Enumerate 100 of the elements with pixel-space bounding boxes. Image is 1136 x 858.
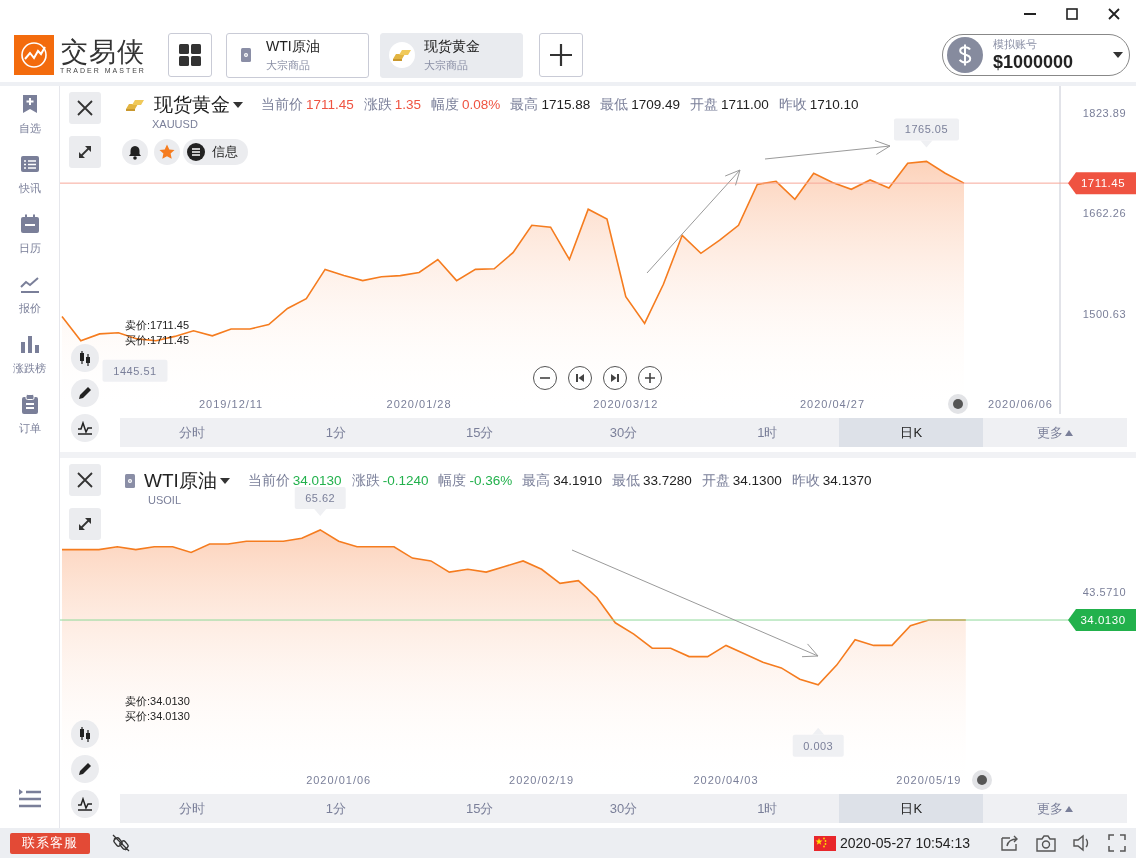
close-button[interactable] [69, 464, 101, 496]
calendar-icon [19, 214, 40, 234]
list-icon [19, 154, 40, 174]
stat-value: 1709.49 [631, 97, 680, 112]
maximize-icon[interactable] [1066, 8, 1078, 20]
close-button[interactable] [69, 92, 101, 124]
indicator-button[interactable] [71, 790, 99, 818]
stat-value: 33.7280 [643, 473, 692, 488]
expand-icon [77, 144, 93, 160]
grid-icon [179, 44, 201, 66]
info-button[interactable]: 信息 [183, 139, 248, 165]
indicator-button[interactable] [71, 414, 99, 442]
fullscreen-icon[interactable] [1108, 834, 1126, 852]
value-tooltip: 1765.05 [893, 118, 959, 148]
caret-up-icon [1065, 429, 1074, 436]
ingot-icon [124, 97, 146, 113]
annotation: 1445.51 [113, 364, 157, 377]
date-label: 2020/05/19 [896, 774, 962, 786]
product-tab[interactable]: 现货黄金 大宗商品 [380, 32, 523, 78]
sidebar-item[interactable]: 订单 [0, 394, 59, 454]
share-icon[interactable] [1000, 834, 1020, 852]
sell-price: 卖价:1711.45 [124, 318, 189, 333]
stat-value: 1715.88 [541, 97, 591, 112]
period-tab[interactable]: 日K [839, 794, 984, 823]
y-axis-label: 1823.89 [1082, 107, 1126, 120]
close-icon[interactable] [1108, 8, 1120, 20]
value-tooltip: 65.62 [294, 486, 346, 516]
caret-icon [233, 102, 243, 108]
x-axis-label: 2020/06/06 [987, 398, 1053, 410]
x-axis-label: 2020/03/12 [593, 398, 659, 410]
stat-value: -0.36% [469, 473, 513, 488]
expand-button[interactable] [69, 136, 101, 168]
buy-price: 买价:34.0130 [124, 709, 190, 724]
close-icon [77, 100, 93, 116]
sidebar-item[interactable]: 报价 [0, 274, 59, 334]
close-icon [77, 472, 93, 488]
list-icon [187, 143, 205, 161]
layout-button[interactable] [168, 33, 212, 77]
sell-price: 卖价:34.0130 [124, 694, 190, 709]
period-tab[interactable]: 日K [839, 418, 984, 447]
expand-icon [77, 516, 93, 532]
scroll-handle[interactable] [972, 770, 992, 790]
product-tab[interactable]: WTI原油 大宗商品 [226, 32, 369, 78]
line-chart-icon [19, 274, 40, 294]
y-axis-label: 43.5710 [1082, 586, 1126, 598]
x-axis-label: 2019/12/11 [199, 398, 264, 410]
stat-label: 最高 [510, 97, 539, 112]
stat-value: 0.08% [462, 97, 501, 112]
barrel-icon [124, 473, 136, 489]
symbol-code: USOIL [148, 494, 181, 506]
date-label: 2020/02/19 [509, 774, 575, 786]
camera-icon[interactable] [1036, 834, 1056, 852]
clipboard-icon [19, 394, 40, 414]
logo-text: 交易侠 [60, 36, 145, 67]
stat-label: 最低 [612, 473, 641, 488]
skip-forward-icon [610, 373, 620, 383]
candlestick-icon [78, 726, 92, 742]
logo-icon [14, 35, 54, 75]
flag-icon [814, 835, 836, 851]
caret-icon [219, 478, 230, 484]
stat-value: 34.1300 [732, 473, 782, 488]
sidebar-item[interactable]: 自选 [0, 94, 59, 154]
stat-label: 最低 [600, 97, 629, 112]
stat-label: 昨收 [791, 473, 820, 488]
dollar-icon [947, 37, 983, 73]
indicator-icon [77, 797, 93, 811]
bell-icon [128, 144, 142, 160]
stat-label: 当前价 [247, 473, 290, 488]
date-time: 2020-05-27 10:54:13 [840, 835, 970, 851]
price-tag: 34.0130 [1068, 609, 1136, 631]
stat-label: 幅度 [438, 473, 467, 488]
skip-back-icon [575, 373, 585, 383]
add-button[interactable] [539, 33, 583, 77]
expand-button[interactable] [69, 508, 101, 540]
caret-icon [1113, 52, 1123, 58]
disconnected-icon [112, 834, 130, 852]
plus-icon [550, 44, 572, 66]
sidebar-item[interactable]: 涨跌榜 [0, 334, 59, 394]
plus-icon [645, 373, 655, 383]
pencil-icon [78, 386, 92, 400]
favorite-button[interactable] [154, 139, 180, 165]
sidebar-item[interactable]: 日历 [0, 214, 59, 274]
stat-label: 涨跌 [363, 97, 392, 112]
menu-icon[interactable] [17, 788, 42, 810]
price-tag: 1711.45 [1068, 172, 1136, 195]
date-label: 2020/04/03 [693, 774, 759, 786]
symbol-dropdown[interactable]: 现货黄金 [154, 92, 243, 118]
pencil-icon [78, 762, 92, 776]
symbol-dropdown[interactable]: WTI原油 [144, 468, 230, 494]
alert-button[interactable] [122, 139, 148, 165]
date-label: 2020/01/06 [306, 774, 372, 786]
stat-value: 1711.00 [721, 97, 769, 112]
support-button[interactable]: 联系客服 [10, 832, 90, 854]
sidebar-item[interactable]: 快讯 [0, 154, 59, 214]
stat-value: 1711.45 [306, 97, 354, 112]
x-axis-label: 2020/04/27 [799, 398, 865, 410]
stat-label: 开盘 [690, 97, 718, 112]
stat-value: 1.35 [394, 97, 422, 112]
stat-value: 34.1910 [553, 473, 603, 488]
scroll-handle[interactable] [948, 394, 968, 414]
